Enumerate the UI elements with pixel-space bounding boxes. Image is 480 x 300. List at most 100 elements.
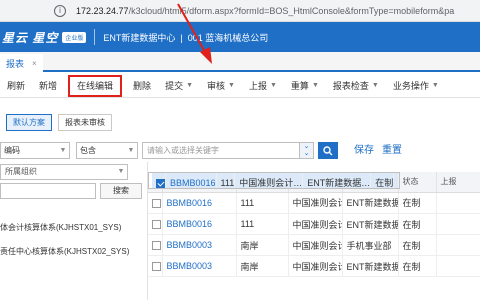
row-select-cell[interactable] [148,234,163,256]
cell-name: 111 [236,192,289,214]
row-checkbox[interactable] [152,241,161,251]
column-header-status[interactable]: 状态 [398,172,437,193]
table-row[interactable]: BBMB0016111中国准则会计…ENT新建数据…在制 [148,172,401,189]
filter-field-select[interactable]: 编码 ▼ [0,142,70,159]
url-text[interactable]: 172.23.24.77/k3cloud/html5/dform.aspx?fo… [76,6,454,16]
chevron-down-icon: ▼ [269,82,277,89]
cell-status: 在制 [398,234,437,256]
reset-link[interactable]: 重置 [382,142,402,159]
row-checkbox[interactable] [152,220,161,230]
delete-button[interactable]: 删除 [126,74,158,98]
org-select[interactable]: 所属组织 ▼ [0,164,128,180]
close-icon[interactable]: × [32,59,37,68]
cell-report [436,255,480,277]
toolbar: 刷新 新增 在线编辑 删除 提交 ▼ 审核 ▼ 上报 ▼ 重算 ▼ 报表检查 ▼ 业务操作 ▼ [0,74,480,98]
delete-label: 删除 [133,81,152,91]
cell-name: 南岸 [236,234,289,256]
url-host: 172.23.24.77 [76,5,129,16]
filter-row: 编码 ▼ 包含 ▼ 请输入或选择关键字 ⌄ ⌄ 保存 重置 [0,142,480,160]
row-select-cell[interactable] [152,173,166,188]
report-up-button[interactable]: 上报 ▼ [242,74,284,98]
cell-report [436,234,480,256]
row-checkbox[interactable] [156,178,165,188]
url-path: /k3cloud/html5/dform.aspx?formId=BOS_Htm… [128,5,455,16]
cell-status: 在制 [370,173,395,188]
cell-policy: 中国准则会计… [288,213,343,235]
online-edit-button[interactable]: 在线编辑 [68,74,123,97]
row-checkbox[interactable] [152,262,161,272]
chevron-down-icon: ▼ [311,82,319,89]
cell-code[interactable]: BBMB0003 [162,234,237,256]
tree-node-kjhstx01[interactable]: 体会计核算体系(KJHSTX01_SYS) [0,222,121,233]
cell-status: 在制 [398,255,437,277]
default-scheme-button[interactable]: 默认方案 [6,113,52,131]
tree-search-button[interactable]: 搜索 [100,183,142,199]
chevron-down-icon: ▼ [186,82,194,89]
tab-strip: 报表 × [0,52,480,72]
save-scheme-link[interactable]: 保存 [354,142,374,159]
chevron-down-icon: ▼ [117,168,125,175]
cell-code[interactable]: BBMB0016 [162,213,237,235]
scheme-row: 默认方案 报表未审核 [0,112,112,132]
filter-operator-select[interactable]: 包含 ▼ [76,142,138,159]
cell-code[interactable]: BBMB0016 [162,192,237,214]
audit-button[interactable]: 审核 ▼ [200,74,242,98]
tree-node-kjhstx02[interactable]: 责任中心核算体系(KJHSTX02_SYS) [0,246,129,257]
datacenter-label: ENT新建数据中心 [103,32,176,43]
org-separator: | [180,32,183,43]
table-row[interactable]: BBMB0016111中国准则会计…ENT新建数据…在制 [148,213,480,235]
filter-field-value: 编码 [4,146,20,155]
refresh-label: 刷新 [7,81,26,91]
cell-status: 在制 [398,192,437,214]
org-select-placeholder: 所属组织 [5,167,37,176]
address-bar[interactable]: i 172.23.24.77/k3cloud/html5/dform.aspx?… [0,0,480,22]
cell-report [393,173,400,188]
recalculate-button[interactable]: 重算 ▼ [284,74,326,98]
report-check-label: 报表检查 [332,81,369,91]
cell-policy: 中国准则会计… [234,173,304,188]
column-header-report[interactable]: 上报 [436,172,480,193]
cell-policy: 中国准则会计… [288,192,343,214]
cell-code[interactable]: BBMB0003 [162,255,237,277]
datacenter-switch[interactable]: ENT新建数据中心 | 001 蓝海机械总公司 [103,31,268,44]
chevron-down-icon: ▼ [431,82,439,89]
cell-org: ENT新建数据… [342,192,399,214]
report-up-label: 上报 [248,81,267,91]
submit-label: 提交 [165,81,184,91]
brand-logo: 星云 星空 [2,30,59,45]
business-ops-label: 业务操作 [392,81,429,91]
row-checkbox[interactable] [152,198,161,208]
row-select-cell[interactable] [148,192,163,214]
audit-label: 审核 [207,81,226,91]
chevron-down-icon: ▼ [59,147,67,154]
search-input[interactable]: 请输入或选择关键字 [142,142,300,159]
edition-badge: 企业版 [62,31,87,43]
app-header: 星云 星空 企业版 ENT新建数据中心 | 001 蓝海机械总公司 [0,22,480,52]
table-row[interactable]: BBMB0016111中国准则会计…ENT新建数据…在制 [148,192,480,214]
tab-report[interactable]: 报表 × [0,54,43,72]
recalculate-label: 重算 [290,81,309,91]
row-select-cell[interactable] [148,213,163,235]
new-button[interactable]: 新增 [32,74,64,98]
submit-button[interactable]: 提交 ▼ [158,74,200,98]
table-row[interactable]: BBMB0003南岸中国准则会计…手机事业部在制 [148,234,480,256]
report-check-button[interactable]: 报表检查 ▼ [326,74,386,98]
double-chevron-icon[interactable]: ⌄ ⌄ [300,142,314,159]
business-ops-button[interactable]: 业务操作 ▼ [386,74,446,98]
search-icon[interactable] [318,142,338,159]
report-grid: 编码 名称 会计政策 所属组织 状态 上报 BBMB0016111中国准则会计…… [148,172,480,300]
cell-code[interactable]: BBMB0016 [165,173,217,188]
cell-name: 111 [236,213,289,235]
cell-org: ENT新建数据… [302,173,372,188]
table-row[interactable]: BBMB0003南岸中国准则会计…ENT新建数据…在制 [148,255,480,277]
row-select-cell[interactable] [148,255,163,277]
cell-status: 在制 [398,213,437,235]
info-icon[interactable]: i [54,4,66,17]
tab-report-label: 报表 [6,58,25,69]
org-tree-panel: 所属组织 ▼ 搜索 体会计核算体系(KJHSTX01_SYS) 责任中心核算体系… [0,162,148,300]
unapproved-scheme-button[interactable]: 报表未审核 [58,113,112,131]
tree-search-input[interactable] [0,183,96,199]
new-label: 新增 [39,81,58,91]
refresh-button[interactable]: 刷新 [0,74,32,98]
cell-policy: 中国准则会计… [288,234,343,256]
